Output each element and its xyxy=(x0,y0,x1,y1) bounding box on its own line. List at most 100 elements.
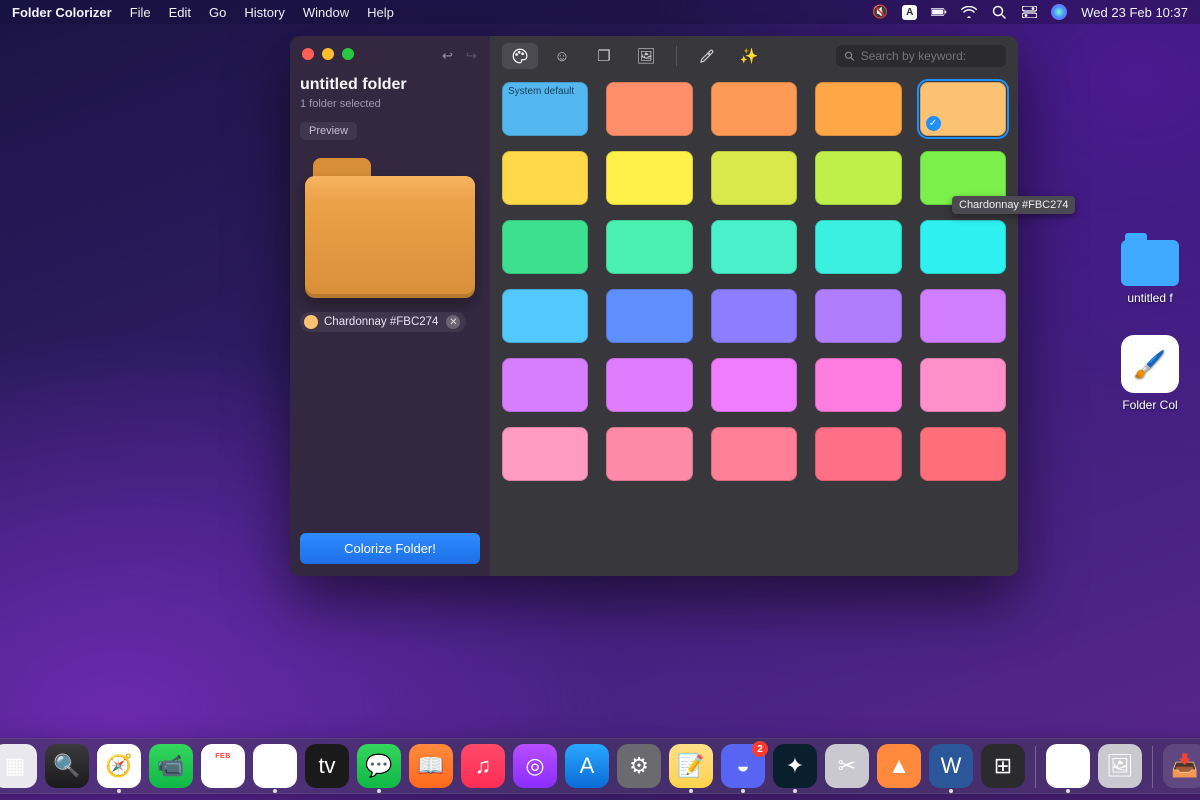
menu-edit[interactable]: Edit xyxy=(169,5,191,20)
search-field[interactable] xyxy=(836,45,1006,67)
dock-discord[interactable]: ◒2 xyxy=(721,744,765,788)
color-swatch[interactable] xyxy=(815,289,901,343)
color-swatch[interactable] xyxy=(502,427,588,481)
system-default-label: System default xyxy=(508,86,574,97)
tab-emoji[interactable]: ☺ xyxy=(544,43,580,69)
color-swatch[interactable] xyxy=(606,289,692,343)
checkmark-icon: ✓ xyxy=(926,116,941,131)
color-swatch[interactable] xyxy=(815,220,901,274)
menu-window[interactable]: Window xyxy=(303,5,349,20)
dock-screenshots[interactable]: 🖼 xyxy=(1098,744,1142,788)
color-swatch[interactable] xyxy=(502,220,588,274)
dock-music[interactable]: ♫ xyxy=(461,744,505,788)
color-swatch[interactable] xyxy=(711,151,797,205)
dock-safari[interactable]: 🧭 xyxy=(97,744,141,788)
dock-league[interactable]: ✦ xyxy=(773,744,817,788)
color-swatch[interactable]: System default xyxy=(502,82,588,136)
color-swatch[interactable] xyxy=(502,358,588,412)
selected-color-chip[interactable]: Chardonnay #FBC274 ✕ xyxy=(300,312,466,332)
dock-vlc[interactable]: ▲ xyxy=(877,744,921,788)
dock-downloads[interactable]: 📥 xyxy=(1163,744,1200,788)
desktop-folder[interactable]: untitled f xyxy=(1110,240,1190,305)
tab-shapes[interactable]: ❐ xyxy=(586,43,622,69)
dock-settings[interactable]: ⚙ xyxy=(617,744,661,788)
control-center-icon[interactable] xyxy=(1021,4,1037,20)
app-window: ↩ ↪ untitled folder 1 folder selected Pr… xyxy=(290,36,1018,576)
color-swatch[interactable] xyxy=(815,82,901,136)
dock-messages[interactable]: 💬 xyxy=(357,744,401,788)
dock-separator xyxy=(1035,746,1036,788)
color-swatch[interactable] xyxy=(920,220,1006,274)
folder-preview xyxy=(305,158,475,298)
color-swatch[interactable] xyxy=(815,427,901,481)
menubar-left: Folder Colorizer File Edit Go History Wi… xyxy=(12,5,394,20)
dock-appletv[interactable]: tv xyxy=(305,744,349,788)
color-swatch[interactable] xyxy=(711,220,797,274)
color-swatch[interactable] xyxy=(502,151,588,205)
window-maximize-button[interactable] xyxy=(342,48,354,60)
window-close-button[interactable] xyxy=(302,48,314,60)
menubar-right: 🔇 A Wed 23 Feb 10:37 xyxy=(872,4,1188,20)
desktop-app-foldercolorizer[interactable]: 🖌️ Folder Col xyxy=(1110,335,1190,412)
color-swatch[interactable]: ✓ xyxy=(920,82,1006,136)
color-swatch[interactable] xyxy=(815,358,901,412)
menu-file[interactable]: File xyxy=(130,5,151,20)
window-minimize-button[interactable] xyxy=(322,48,334,60)
redo-button[interactable]: ↪ xyxy=(466,48,478,60)
color-tooltip: Chardonnay #FBC274 xyxy=(952,196,1075,214)
dock-books[interactable]: 📖 xyxy=(409,744,453,788)
chip-color-dot xyxy=(304,315,318,329)
dock-calendar[interactable]: FEB23 xyxy=(201,744,245,788)
menu-help[interactable]: Help xyxy=(367,5,394,20)
dock-podcasts[interactable]: ◎ xyxy=(513,744,557,788)
color-swatch[interactable] xyxy=(920,289,1006,343)
color-swatch[interactable] xyxy=(920,427,1006,481)
search-input[interactable] xyxy=(861,49,998,63)
color-swatch[interactable] xyxy=(711,427,797,481)
eyedropper-button[interactable] xyxy=(689,43,725,69)
menu-history[interactable]: History xyxy=(244,5,284,20)
battery-icon[interactable] xyxy=(931,4,947,20)
colorize-button[interactable]: Colorize Folder! xyxy=(300,533,480,564)
dock-word[interactable]: W xyxy=(929,744,973,788)
dock: ☺▦🔍🧭📹FEB23◉tv💬📖♫◎A⚙📝◒2✦✂▲W⊞🖌🖼📥🗑 xyxy=(0,738,1200,794)
dock-appstore[interactable]: A xyxy=(565,744,609,788)
magic-button[interactable]: ✨ xyxy=(731,43,767,69)
color-swatch[interactable] xyxy=(920,358,1006,412)
tab-image[interactable]: 🖼 xyxy=(628,43,664,69)
menubar-datetime[interactable]: Wed 23 Feb 10:37 xyxy=(1081,5,1188,20)
search-icon[interactable] xyxy=(991,4,1007,20)
chip-remove-button[interactable]: ✕ xyxy=(446,315,460,329)
window-main: ☺ ❐ 🖼 ✨ System default ✓ xyxy=(490,36,1018,576)
tab-palette[interactable] xyxy=(502,43,538,69)
dock-foldercolorizer[interactable]: 🖌 xyxy=(1046,744,1090,788)
siri-icon[interactable] xyxy=(1051,4,1067,20)
dock-facetime[interactable]: 📹 xyxy=(149,744,193,788)
color-grid: System default ✓ xyxy=(502,82,1006,481)
color-swatch[interactable] xyxy=(606,220,692,274)
color-swatch[interactable] xyxy=(606,82,692,136)
menu-go[interactable]: Go xyxy=(209,5,226,20)
dock-chrome[interactable]: ◉ xyxy=(253,744,297,788)
color-swatch[interactable] xyxy=(606,427,692,481)
dock-separator xyxy=(1152,746,1153,788)
color-swatch[interactable] xyxy=(815,151,901,205)
input-source-icon[interactable]: A xyxy=(902,5,917,20)
dock-notes[interactable]: 📝 xyxy=(669,744,713,788)
window-sidebar: ↩ ↪ untitled folder 1 folder selected Pr… xyxy=(290,36,490,576)
volume-muted-icon[interactable]: 🔇 xyxy=(872,4,888,20)
color-swatch[interactable] xyxy=(606,151,692,205)
dock-calculator[interactable]: ⊞ xyxy=(981,744,1025,788)
color-swatch[interactable] xyxy=(606,358,692,412)
dock-launchpad[interactable]: ▦ xyxy=(0,744,37,788)
color-swatch[interactable] xyxy=(711,289,797,343)
color-swatch[interactable] xyxy=(711,358,797,412)
dock-corkscrew[interactable]: ✂ xyxy=(825,744,869,788)
wifi-icon[interactable] xyxy=(961,4,977,20)
color-swatch[interactable] xyxy=(711,82,797,136)
undo-button[interactable]: ↩ xyxy=(442,48,454,60)
menubar-app-name[interactable]: Folder Colorizer xyxy=(12,5,112,20)
dock-spotlight[interactable]: 🔍 xyxy=(45,744,89,788)
color-grid-container[interactable]: System default ✓ xyxy=(490,76,1018,576)
color-swatch[interactable] xyxy=(502,289,588,343)
